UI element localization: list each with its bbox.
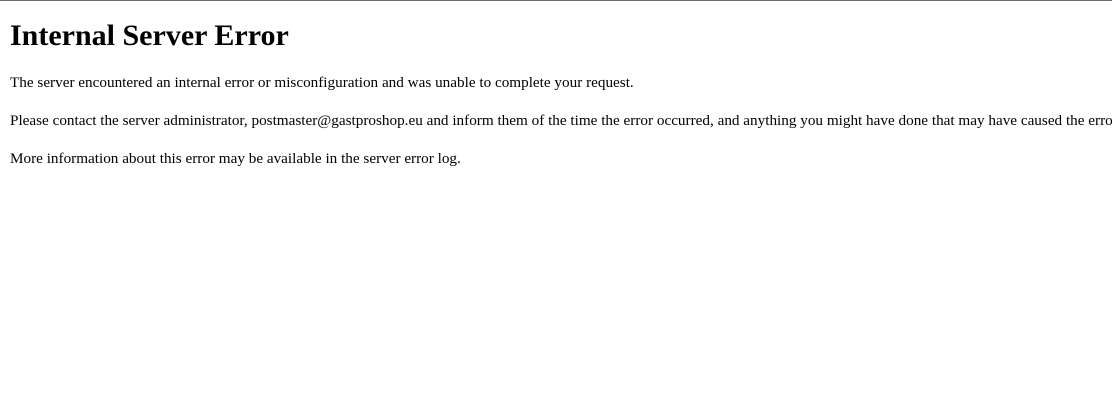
contact-text-prefix: Please contact the server administrator,: [10, 112, 252, 129]
error-page-content: Internal Server Error The server encount…: [0, 18, 1112, 168]
error-log-note: More information about this error may be…: [10, 150, 461, 167]
admin-email: postmaster@gastproshop.eu: [251, 112, 423, 129]
contact-text-suffix: and inform them of the time the error oc…: [422, 112, 1112, 129]
page-title: Internal Server Error: [10, 19, 289, 52]
error-description: The server encountered an internal error…: [10, 74, 634, 91]
contact-instructions: Please contact the server administrator,…: [10, 112, 1112, 130]
